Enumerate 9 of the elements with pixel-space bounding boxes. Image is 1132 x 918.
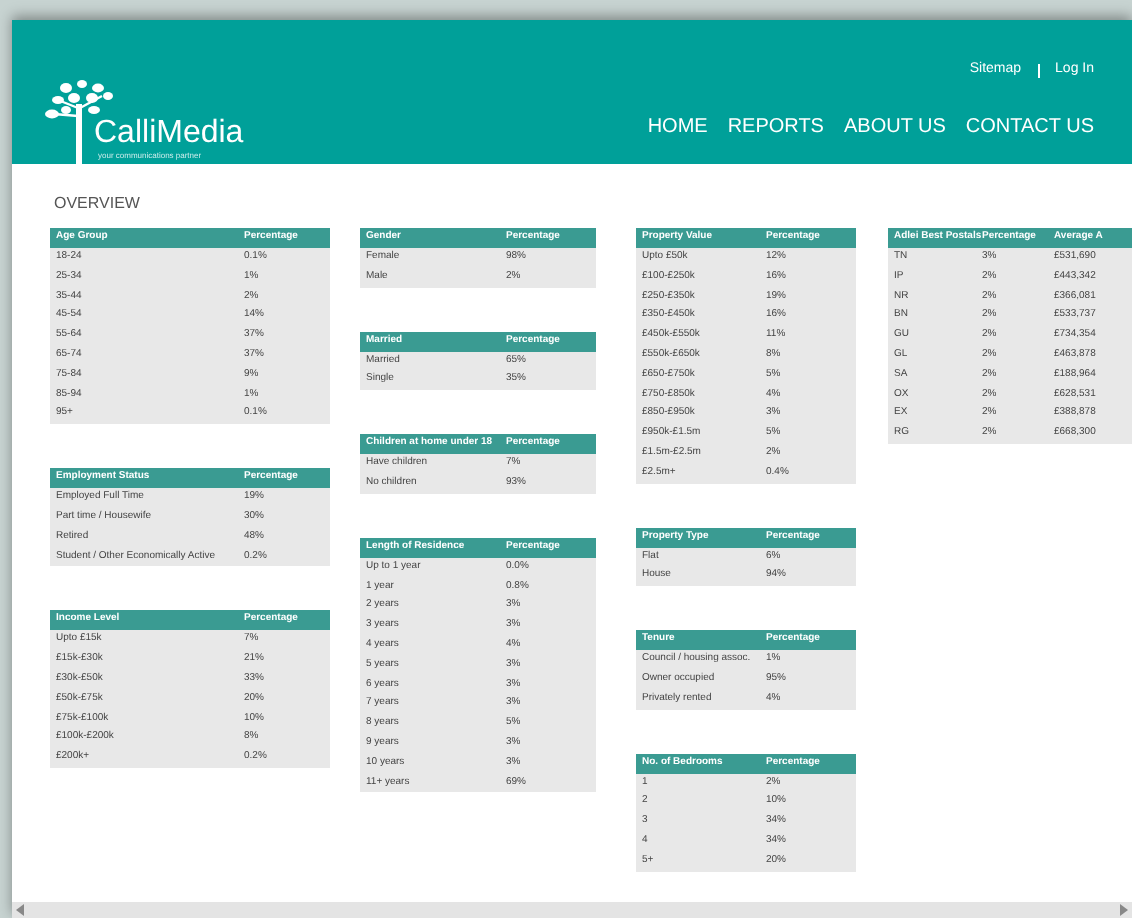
nav-link[interactable]: ABOUT US bbox=[843, 111, 946, 141]
nav-link[interactable]: CONTACT US bbox=[965, 111, 1094, 141]
page-title: OVERVIEW bbox=[54, 192, 140, 216]
nav-link[interactable]: REPORTS bbox=[727, 111, 824, 141]
logo-name: CalliMedia bbox=[94, 118, 244, 150]
horizontal-scrollbar[interactable] bbox=[12, 902, 1132, 918]
right-arrow-icon[interactable] bbox=[1118, 904, 1128, 916]
left-arrow-icon[interactable] bbox=[16, 904, 26, 916]
nav-link[interactable]: HOME bbox=[647, 111, 708, 141]
